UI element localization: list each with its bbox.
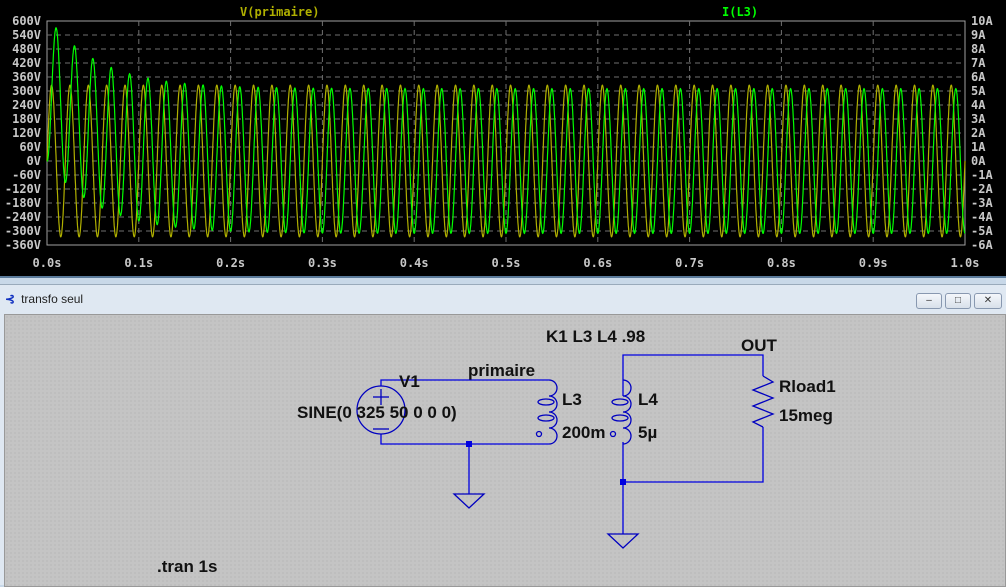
coupling-directive[interactable]: K1 L3 L4 .98 — [546, 327, 645, 346]
inductor-l3-icon[interactable] — [535, 379, 558, 445]
net-label-primaire[interactable]: primaire — [468, 361, 535, 380]
l4-name[interactable]: L4 — [638, 390, 658, 409]
junction-dot — [620, 479, 626, 485]
ground-icon — [606, 533, 640, 549]
inductor-l4-icon[interactable] — [609, 379, 632, 445]
v1-value[interactable]: SINE(0 325 50 0 0 0) — [297, 403, 457, 422]
schematic-canvas[interactable]: K1 L3 L4 .98 OUT primaire V1 SINE(0 325 … — [4, 314, 1006, 587]
resistor-icon[interactable] — [751, 375, 775, 428]
l3-name[interactable]: L3 — [562, 390, 582, 409]
schematic-drawing: K1 L3 L4 .98 OUT primaire V1 SINE(0 325 … — [157, 327, 836, 576]
ground-icon — [452, 493, 486, 509]
l3-value[interactable]: 200m — [562, 423, 605, 442]
schematic-window: ⊰ transfo seul – □ ✕ K1 L3 L4 .98 OUT pr… — [0, 284, 1006, 587]
rload-value[interactable]: 15meg — [779, 406, 833, 425]
l4-value[interactable]: 5µ — [638, 423, 657, 442]
rload-name[interactable]: Rload1 — [779, 377, 836, 396]
tran-directive[interactable]: .tran 1s — [157, 557, 217, 576]
junction-dot — [466, 441, 472, 447]
net-label-out[interactable]: OUT — [741, 336, 778, 355]
v1-name[interactable]: V1 — [399, 372, 420, 391]
wire-bottom-primary[interactable] — [380, 434, 549, 445]
